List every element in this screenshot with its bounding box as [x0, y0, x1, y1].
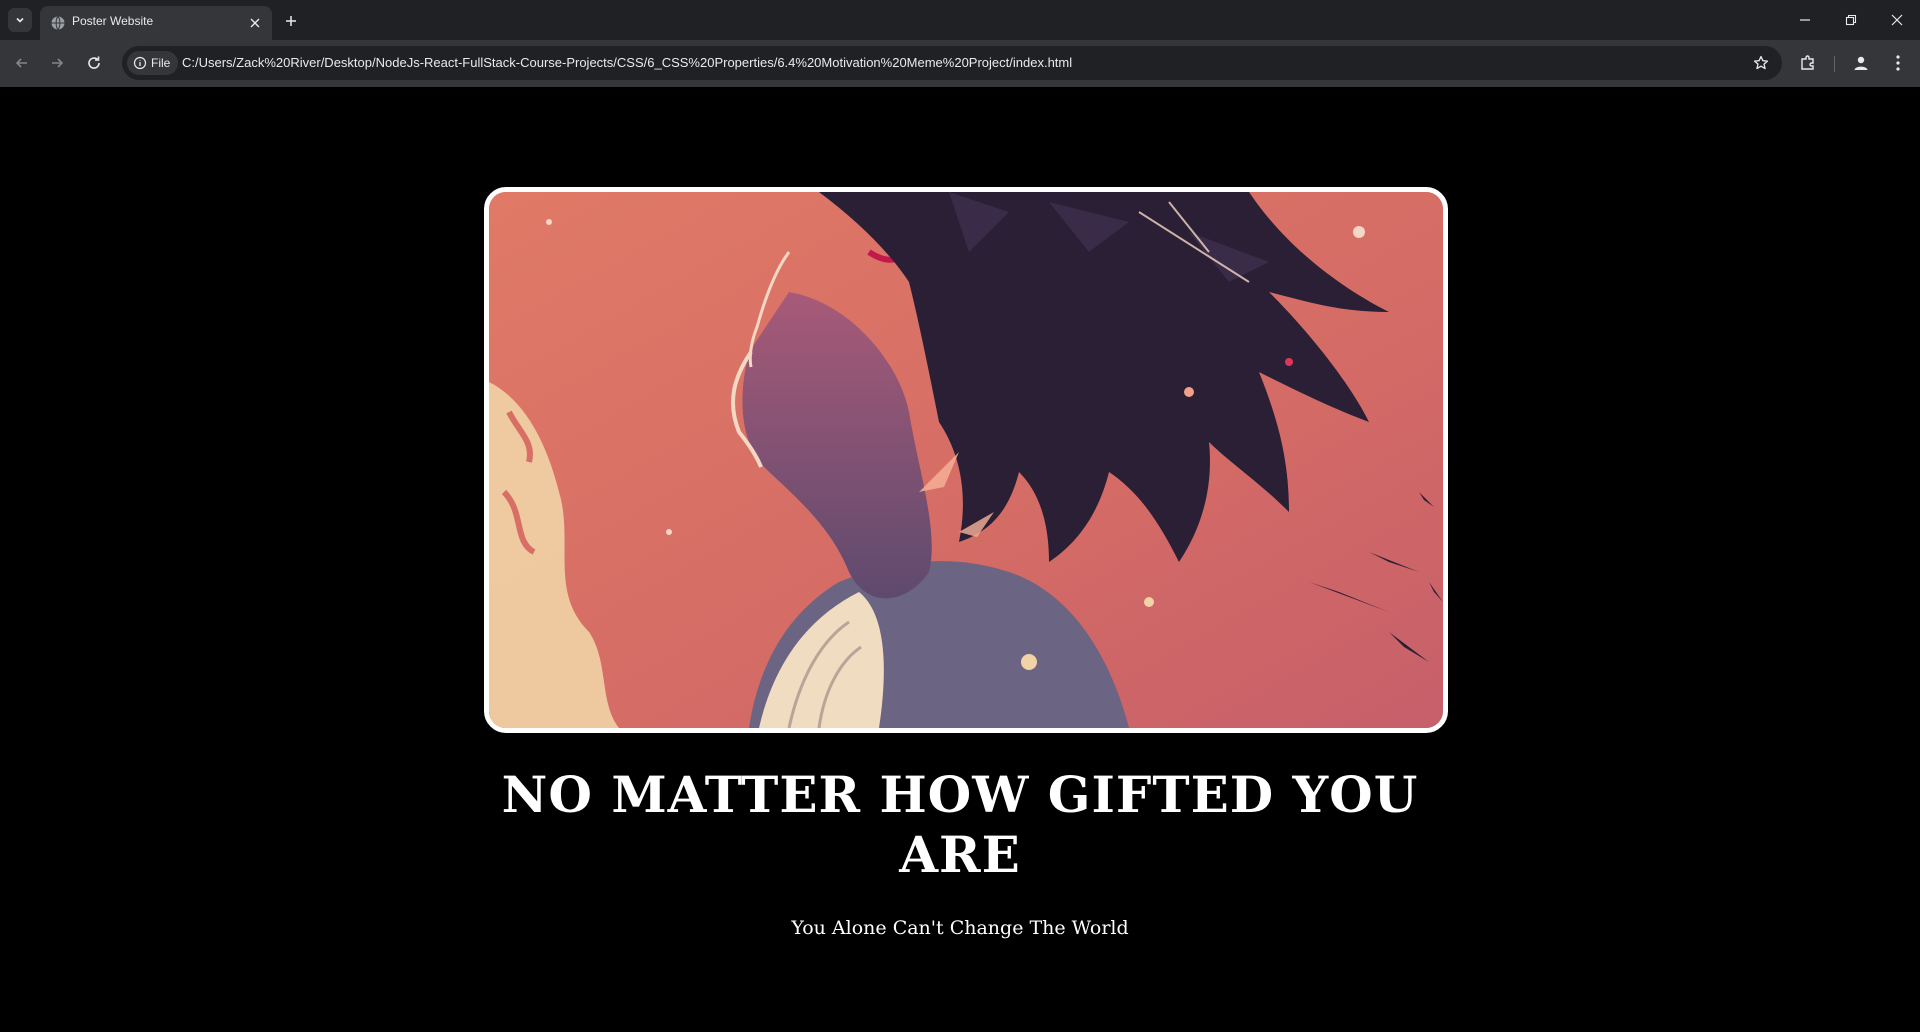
minimize-icon — [1800, 19, 1810, 21]
toolbar-divider — [1834, 56, 1835, 72]
address-bar[interactable]: File C:/Users/Zack%20River/Desktop/NodeJ… — [122, 46, 1782, 80]
kebab-menu-icon — [1896, 55, 1900, 71]
reload-icon — [88, 56, 100, 69]
poster-subline: You Alone Can't Change The World — [791, 917, 1129, 939]
close-icon — [1891, 14, 1903, 26]
puzzle-icon — [1801, 55, 1814, 70]
forward-button[interactable] — [45, 51, 69, 75]
arrow-right-icon — [52, 58, 64, 68]
site-info-chip[interactable]: File — [127, 51, 179, 75]
poster-headline: NO MATTER HOW GIFTED YOU ARE — [501, 765, 1419, 884]
tab-title: Poster Website — [72, 14, 154, 28]
plus-icon — [286, 16, 296, 26]
page-viewport: NO MATTER HOW GIFTED YOU ARE You Alone C… — [0, 87, 1920, 1032]
restore-button[interactable] — [1836, 6, 1866, 34]
restore-icon — [1845, 14, 1857, 26]
poster-image-frame — [484, 187, 1448, 733]
profile-button[interactable] — [1849, 51, 1873, 75]
tab-strip: Poster Website — [0, 0, 1920, 40]
globe-icon — [50, 15, 66, 31]
tab-close-button[interactable] — [246, 14, 264, 32]
url-text[interactable]: C:/Users/Zack%20River/Desktop/NodeJs-Rea… — [182, 55, 1072, 70]
chevron-down-icon — [14, 11, 26, 30]
back-button[interactable] — [10, 51, 34, 75]
reload-button[interactable] — [82, 51, 106, 75]
person-icon — [1854, 56, 1868, 70]
browser-chrome: Poster Website File C:/Users/Zack%20Rive… — [0, 0, 1920, 87]
active-tab[interactable]: Poster Website — [40, 6, 272, 40]
browser-menu-button[interactable] — [1886, 51, 1910, 75]
scheme-label: File — [151, 56, 171, 70]
close-window-button[interactable] — [1882, 6, 1912, 34]
star-icon — [1753, 55, 1769, 70]
bookmark-button[interactable] — [1752, 54, 1770, 72]
arrow-left-icon — [15, 58, 27, 68]
tab-search-button[interactable] — [8, 8, 32, 32]
close-icon — [250, 18, 260, 28]
minimize-button[interactable] — [1790, 6, 1820, 34]
info-icon — [133, 56, 147, 70]
extensions-button[interactable] — [1796, 51, 1820, 75]
poster-image — [489, 192, 1443, 728]
new-tab-button[interactable] — [280, 10, 302, 32]
toolbar: File C:/Users/Zack%20River/Desktop/NodeJ… — [0, 40, 1920, 87]
